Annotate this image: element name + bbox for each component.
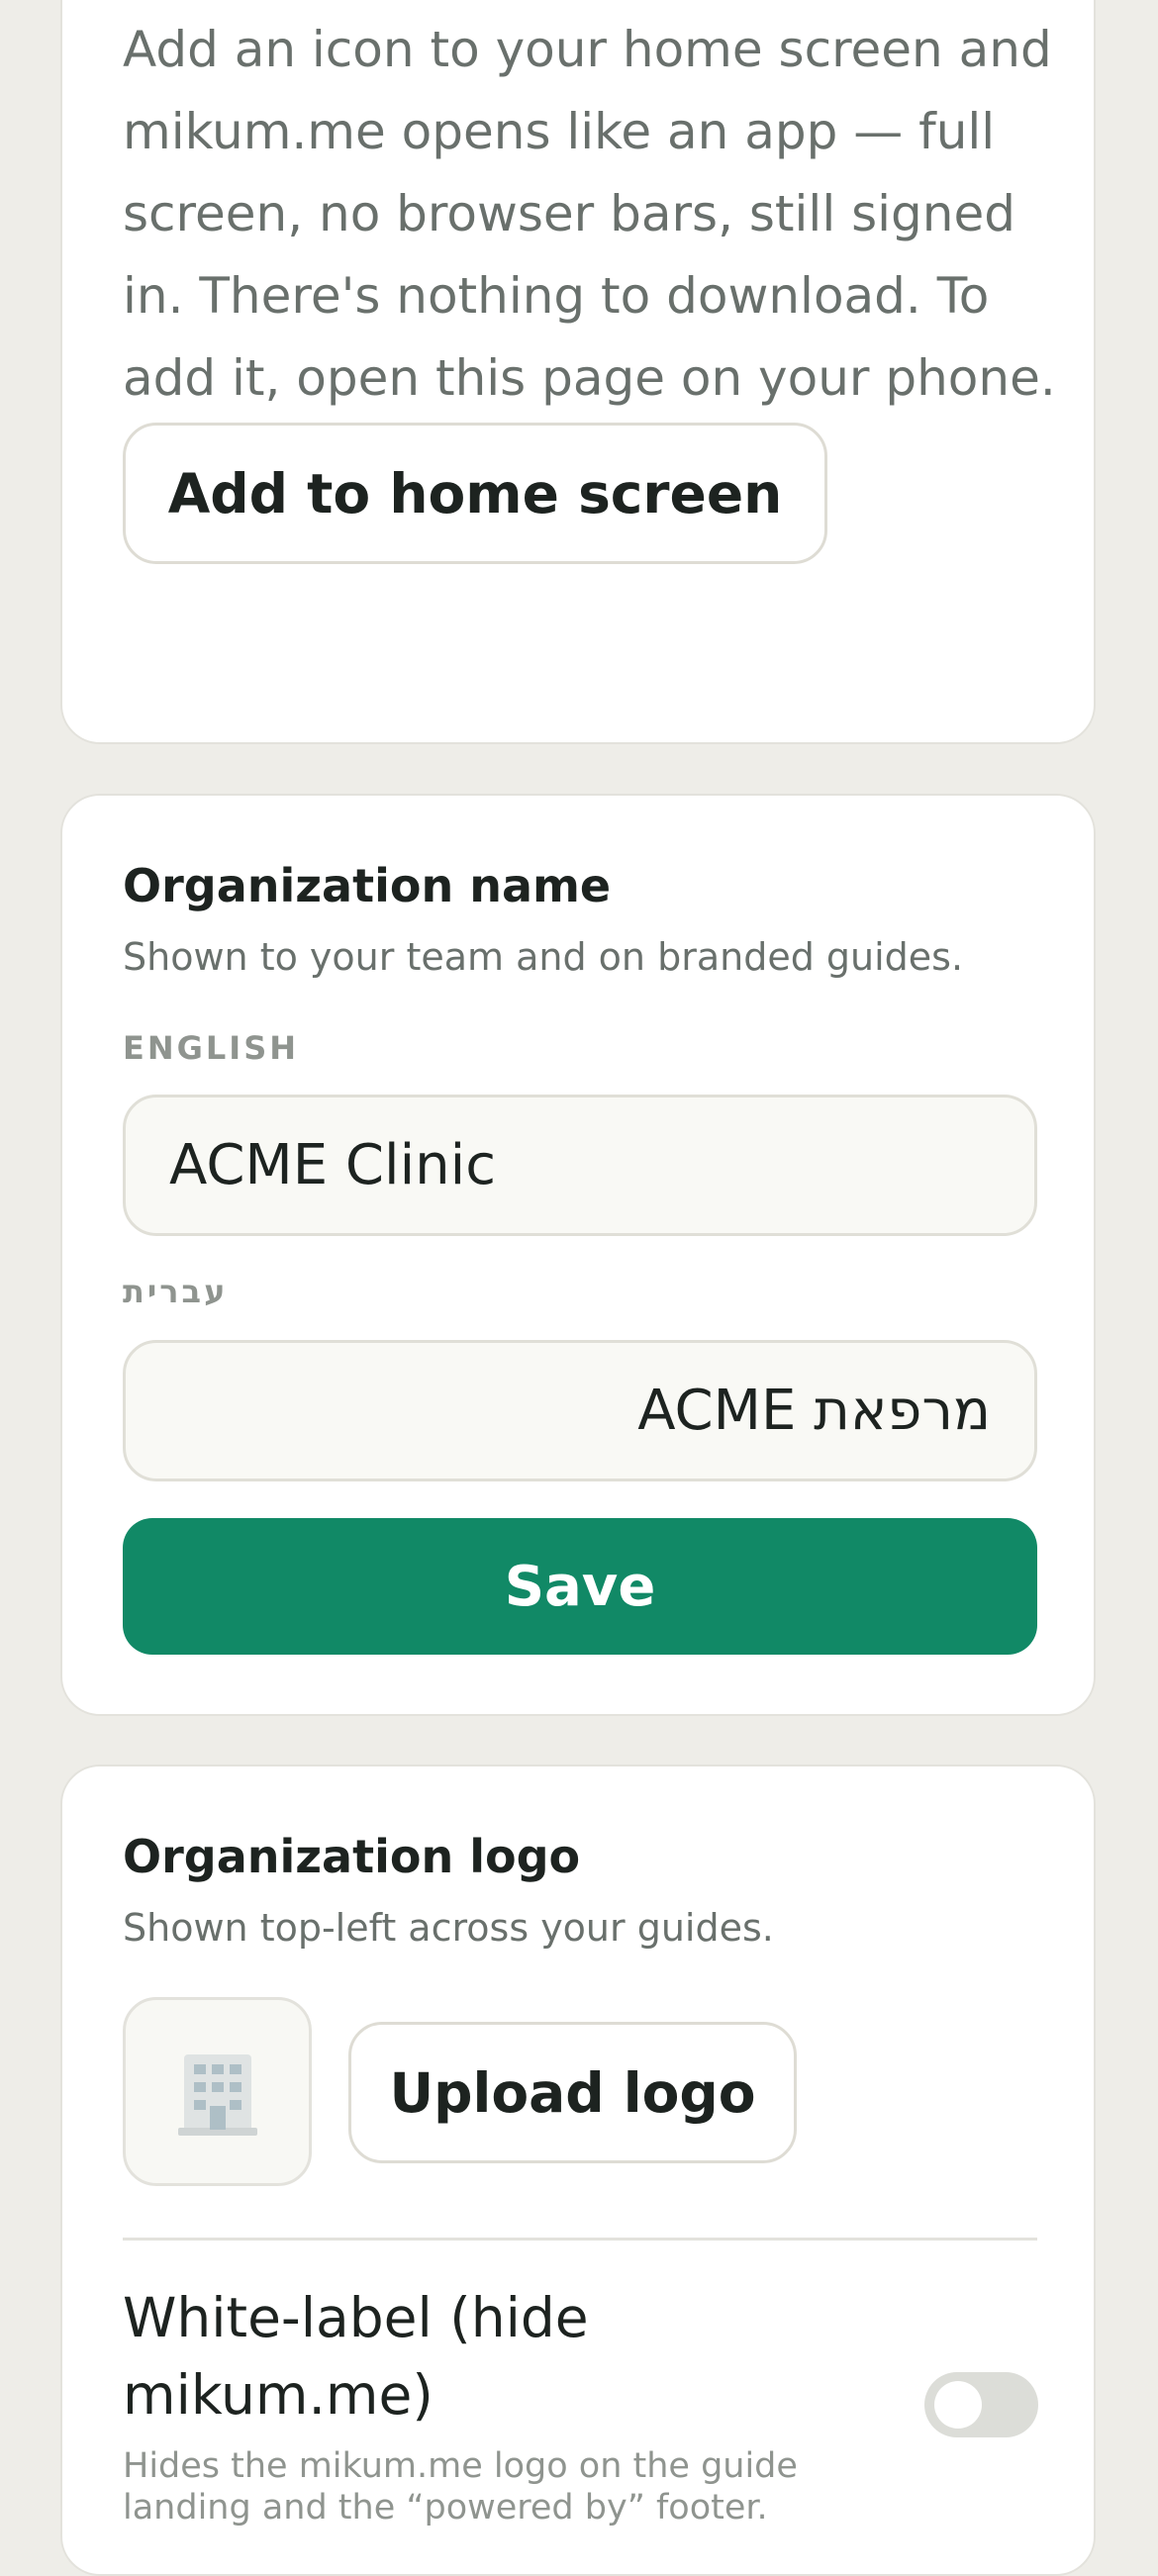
- english-name-input[interactable]: [123, 1095, 1037, 1236]
- logo-preview: [123, 1997, 312, 2186]
- hebrew-name-input[interactable]: [123, 1340, 1037, 1481]
- install-card: Add an icon to your home screen and miku…: [60, 0, 1096, 744]
- add-to-home-screen-button[interactable]: Add to home screen: [123, 423, 827, 564]
- organization-logo-card: Organization logo Shown top-left across …: [60, 1765, 1096, 2576]
- toggle-knob: [934, 2381, 982, 2429]
- building-icon: [177, 2053, 257, 2136]
- install-description: Add an icon to your home screen and miku…: [123, 21, 1056, 407]
- organization-name-card: Organization name Shown to your team and…: [60, 794, 1096, 1716]
- organization-logo-title: Organization logo: [123, 1830, 581, 1883]
- divider: [123, 2238, 1037, 2241]
- organization-logo-subtitle: Shown top-left across your guides.: [123, 1906, 774, 1950]
- english-label: ENGLISH: [123, 1029, 300, 1067]
- white-label-description: Hides the mikum.me logo on the guide lan…: [123, 2446, 798, 2528]
- organization-name-subtitle: Shown to your team and on branded guides…: [123, 935, 964, 979]
- white-label-title: White-label (hide mikum.me): [123, 2286, 589, 2427]
- white-label-toggle[interactable]: [924, 2372, 1038, 2437]
- hebrew-label: עברית: [123, 1273, 229, 1310]
- organization-name-title: Organization name: [123, 859, 612, 912]
- save-button[interactable]: Save: [123, 1518, 1037, 1655]
- upload-logo-button[interactable]: Upload logo: [348, 2022, 797, 2163]
